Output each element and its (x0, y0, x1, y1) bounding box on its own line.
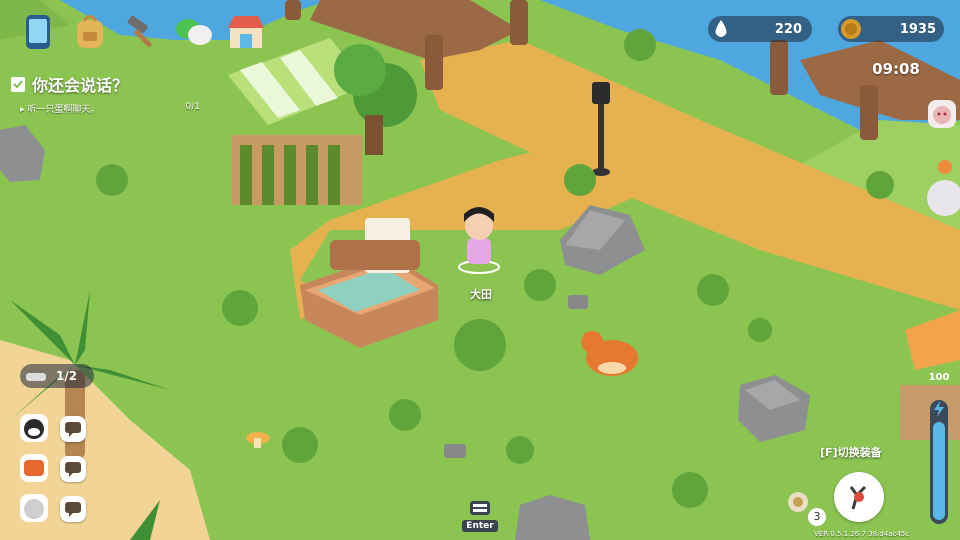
energy-value: 100 (928, 372, 950, 383)
quest-clipboard-icon (11, 77, 25, 92)
pet-slot-3[interactable] (20, 494, 48, 522)
player-name: 大田 (470, 288, 492, 301)
quest-objective: ▸ 听一只蛋啊聊天。 (20, 105, 100, 115)
shop-icon[interactable] (226, 12, 266, 52)
pet-status-button[interactable] (928, 100, 956, 128)
pet-counter-value: 1/2 (56, 369, 78, 383)
quest-panel[interactable]: 你还会说话？ ▸ 听一只蛋啊聊天。 0/1 (10, 72, 200, 115)
seed-bag-icon (788, 492, 808, 512)
coin-currency: 1935 (838, 16, 944, 42)
gray-cat-icon (24, 499, 44, 519)
item-count: 3 (808, 508, 826, 526)
quest-progress: 0/1 (185, 102, 200, 112)
equipped-tool-button[interactable] (834, 472, 884, 522)
orange-pet-icon (24, 460, 44, 476)
coin-amount: 1935 (899, 21, 936, 37)
game-clock: 09:08 (872, 60, 920, 78)
energy-bar (930, 400, 948, 524)
coin-icon (841, 19, 861, 39)
pet-bed-icon (26, 373, 46, 381)
lightning-icon (934, 401, 944, 417)
enter-key-label: Enter (462, 520, 498, 532)
keyboard-icon (470, 501, 490, 515)
quest-title: 你还会说话？ (32, 76, 129, 95)
enter-key-hint[interactable]: Enter (462, 500, 498, 532)
black-cat-icon (24, 419, 44, 439)
speech-bubble-icon (65, 462, 81, 477)
equip-switch-hint: [F]切换装备 (820, 446, 882, 459)
speech-bubble-icon (65, 422, 81, 437)
seed-item-slot[interactable]: 3 (786, 490, 826, 526)
water-amount: 220 (774, 21, 802, 37)
hammer-icon[interactable] (122, 12, 162, 52)
alert-badge (938, 160, 952, 174)
backpack-icon[interactable] (70, 12, 110, 52)
pet-chat-button-3[interactable] (60, 496, 86, 522)
pet-slot-1[interactable] (20, 414, 48, 442)
pet-slot-2[interactable] (20, 454, 48, 482)
water-currency: 220 (708, 16, 812, 42)
speech-bubble-icon (65, 502, 81, 517)
pet-chat-button-1[interactable] (60, 416, 86, 442)
phone-icon[interactable] (18, 12, 58, 52)
chat-bubbles-icon[interactable] (174, 12, 214, 52)
water-drop-icon (715, 20, 727, 37)
energy-bar-fill (933, 422, 945, 520)
game-viewport[interactable]: 你还会说话？ ▸ 听一只蛋啊聊天。 0/1 220 1935 09:08 大田 … (0, 0, 960, 540)
version-label: VER 0.5.1.26.7 38.d4ac45c (814, 530, 910, 538)
pet-chat-button-2[interactable] (60, 456, 86, 482)
pet-counter[interactable]: 1/2 (20, 364, 94, 388)
slingshot-icon (849, 485, 867, 510)
cat-face-icon (933, 106, 951, 124)
